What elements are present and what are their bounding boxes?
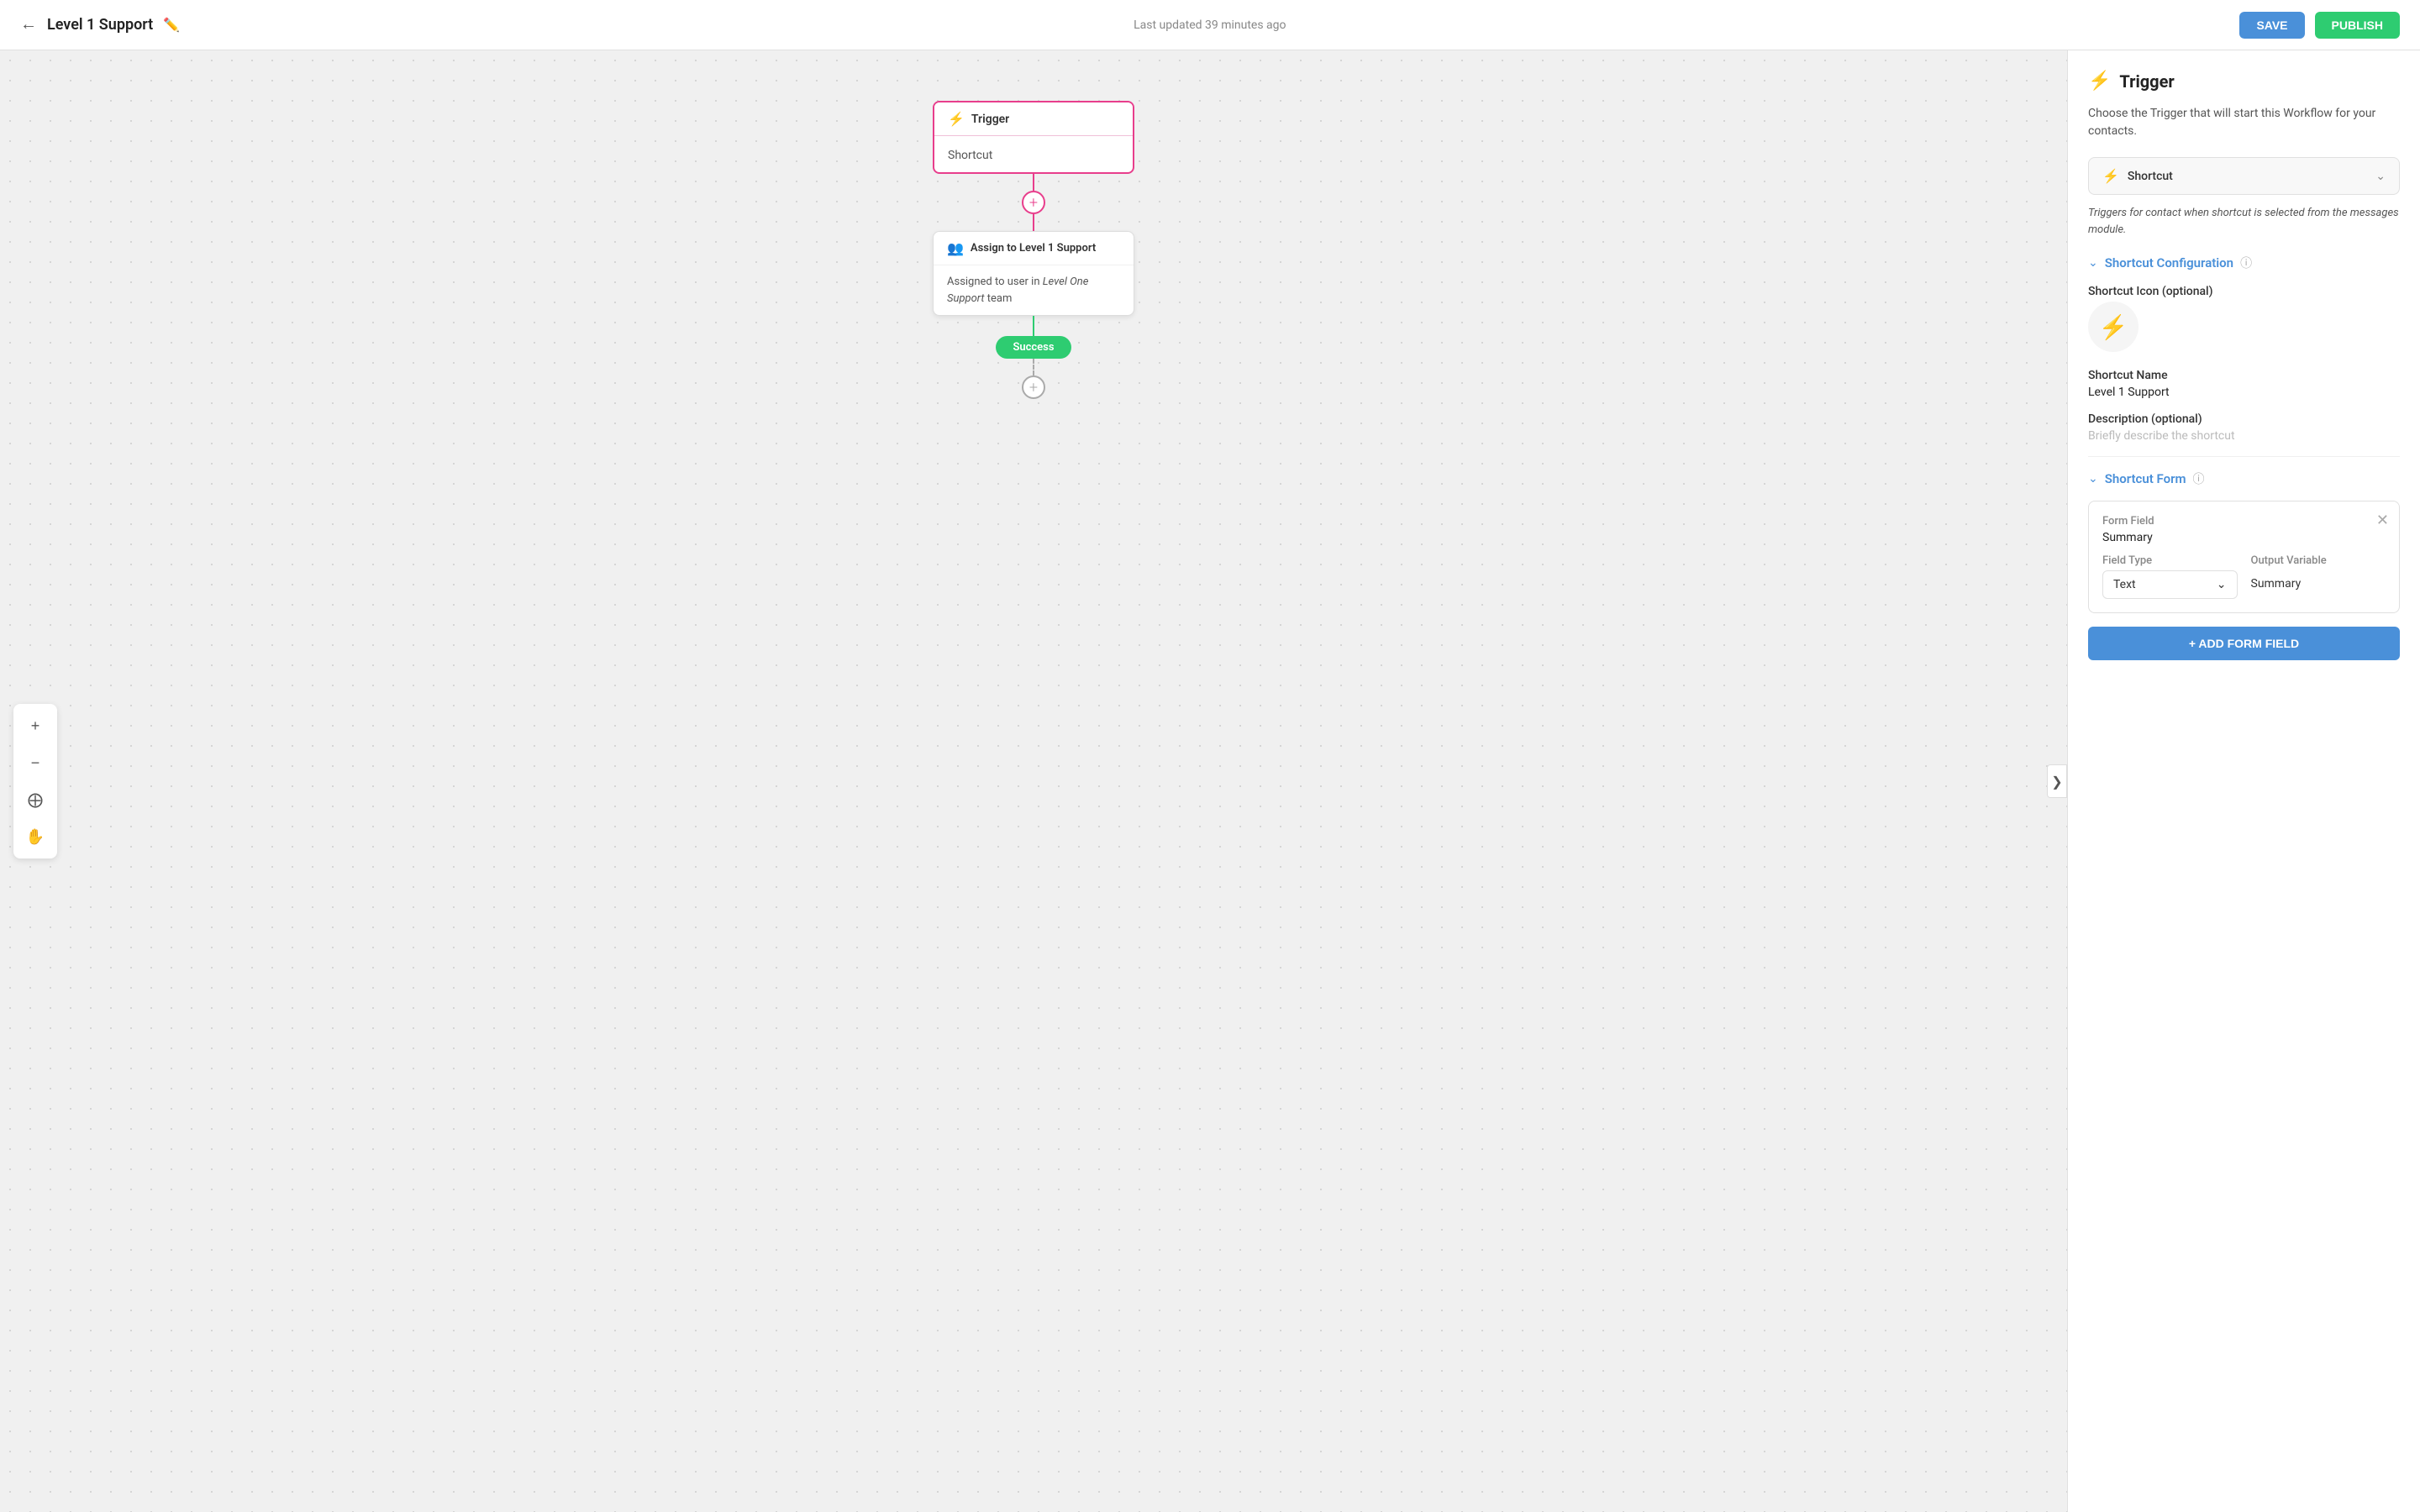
field-type-chevron-icon: ⌄	[2217, 578, 2227, 591]
field-type-value: Text	[2113, 578, 2136, 591]
app-header: ← Level 1 Support ✏️ Last updated 39 min…	[0, 0, 2420, 50]
trigger-node-title: Trigger	[971, 113, 1009, 126]
save-button[interactable]: SAVE	[2239, 12, 2304, 39]
panel-title-row: ⚡ Trigger	[2088, 71, 2400, 92]
publish-button[interactable]: PUBLISH	[2315, 12, 2400, 39]
assign-icon: 👥	[947, 240, 964, 256]
shortcut-name-label: Shortcut Name	[2088, 369, 2400, 382]
trigger-type-dropdown[interactable]: ⚡ Shortcut ⌄	[2088, 157, 2400, 195]
assign-node[interactable]: 👥 Assign to Level 1 Support Assigned to …	[933, 231, 1134, 316]
add-step-button-2[interactable]: +	[1022, 375, 1045, 399]
config-section-title: Shortcut Configuration	[2105, 255, 2233, 270]
field-type-row: Field Type Text ⌄ Output Variable Summar…	[2102, 554, 2386, 599]
connector-line-4	[1033, 359, 1034, 375]
workflow-canvas[interactable]: + − ⨁ ✋ ❯ ⚡ Trigger Shortcut +	[0, 50, 2067, 1512]
panel-description: Choose the Trigger that will start this …	[2088, 105, 2400, 140]
page-title: Level 1 Support	[47, 16, 153, 34]
panel-title: Trigger	[2119, 71, 2174, 92]
form-section-title: Shortcut Form	[2105, 471, 2186, 486]
connector-line-3	[1033, 316, 1034, 336]
edit-icon[interactable]: ✏️	[163, 17, 180, 33]
header-left: ← Level 1 Support ✏️	[20, 15, 180, 34]
output-variable-value: Summary	[2251, 570, 2386, 597]
lightning-icon: ⚡	[2099, 313, 2128, 341]
form-field-label: Form Field	[2102, 515, 2386, 528]
trigger-node-body: Shortcut	[934, 136, 1133, 172]
shortcut-form-section-header[interactable]: ⌄ Shortcut Form ⓘ	[2088, 470, 2400, 487]
shortcut-name-value: Level 1 Support	[2088, 386, 2400, 399]
section-divider	[2088, 456, 2400, 457]
trigger-shortcut-label: Shortcut	[948, 149, 992, 162]
shortcut-trigger-icon: ⚡	[2102, 168, 2119, 184]
shortcut-icon-picker[interactable]: ⚡	[2088, 302, 2139, 352]
field-type-dropdown[interactable]: Text ⌄	[2102, 570, 2238, 599]
add-step-button-1[interactable]: +	[1022, 191, 1045, 214]
trigger-node[interactable]: ⚡ Trigger Shortcut	[933, 101, 1134, 174]
trigger-dropdown-left: ⚡ Shortcut	[2102, 168, 2173, 184]
panel-lightning-icon: ⚡	[2088, 71, 2111, 92]
fit-button[interactable]: ⨁	[20, 785, 50, 815]
assign-body-text: Assigned to user in Level One Support te…	[947, 276, 1088, 305]
connector-line-2	[1033, 214, 1034, 231]
connector-line-1	[1033, 174, 1034, 191]
description-placeholder[interactable]: Briefly describe the shortcut	[2088, 429, 2400, 443]
form-field-card: ✕ Form Field Summary Field Type Text ⌄ O…	[2088, 501, 2400, 613]
description-label: Description (optional)	[2088, 412, 2400, 426]
remove-form-field-button[interactable]: ✕	[2376, 512, 2389, 529]
form-chevron-icon: ⌄	[2088, 472, 2098, 486]
trigger-dropdown-label: Shortcut	[2128, 170, 2173, 183]
config-chevron-icon: ⌄	[2088, 256, 2098, 270]
add-form-field-label: + ADD FORM FIELD	[2189, 637, 2299, 650]
right-panel: ⚡ Trigger Choose the Trigger that will s…	[2067, 50, 2420, 1512]
canvas-toolbar: + − ⨁ ✋	[13, 704, 57, 858]
main-content: + − ⨁ ✋ ❯ ⚡ Trigger Shortcut +	[0, 50, 2420, 1512]
assign-node-header: 👥 Assign to Level 1 Support	[934, 232, 1134, 265]
last-updated: Last updated 39 minutes ago	[1134, 18, 1286, 32]
add-form-field-button[interactable]: + ADD FORM FIELD	[2088, 627, 2400, 660]
shortcut-config-section-header[interactable]: ⌄ Shortcut Configuration ⓘ	[2088, 255, 2400, 271]
success-badge: Success	[996, 336, 1071, 359]
output-variable-col: Output Variable Summary	[2251, 554, 2386, 599]
header-actions: SAVE PUBLISH	[2239, 12, 2400, 39]
chevron-down-icon: ⌄	[2375, 170, 2386, 183]
trigger-hint: Triggers for contact when shortcut is se…	[2088, 205, 2400, 238]
form-field-value: Summary	[2102, 531, 2386, 544]
form-help-icon[interactable]: ⓘ	[2193, 470, 2205, 487]
collapse-panel-button[interactable]: ❯	[2047, 764, 2067, 798]
field-type-label: Field Type	[2102, 554, 2238, 567]
assign-node-title: Assign to Level 1 Support	[971, 242, 1096, 255]
zoom-in-button[interactable]: +	[20, 711, 50, 741]
config-help-icon[interactable]: ⓘ	[2240, 255, 2252, 271]
output-variable-label: Output Variable	[2251, 554, 2386, 567]
zoom-out-button[interactable]: −	[20, 748, 50, 778]
assign-node-body: Assigned to user in Level One Support te…	[934, 265, 1134, 315]
field-type-col: Field Type Text ⌄	[2102, 554, 2238, 599]
trigger-node-header: ⚡ Trigger	[934, 102, 1133, 136]
trigger-lightning-icon: ⚡	[948, 111, 965, 127]
back-button[interactable]: ←	[20, 15, 37, 34]
pan-button[interactable]: ✋	[20, 822, 50, 852]
icon-field-label: Shortcut Icon (optional)	[2088, 285, 2400, 298]
